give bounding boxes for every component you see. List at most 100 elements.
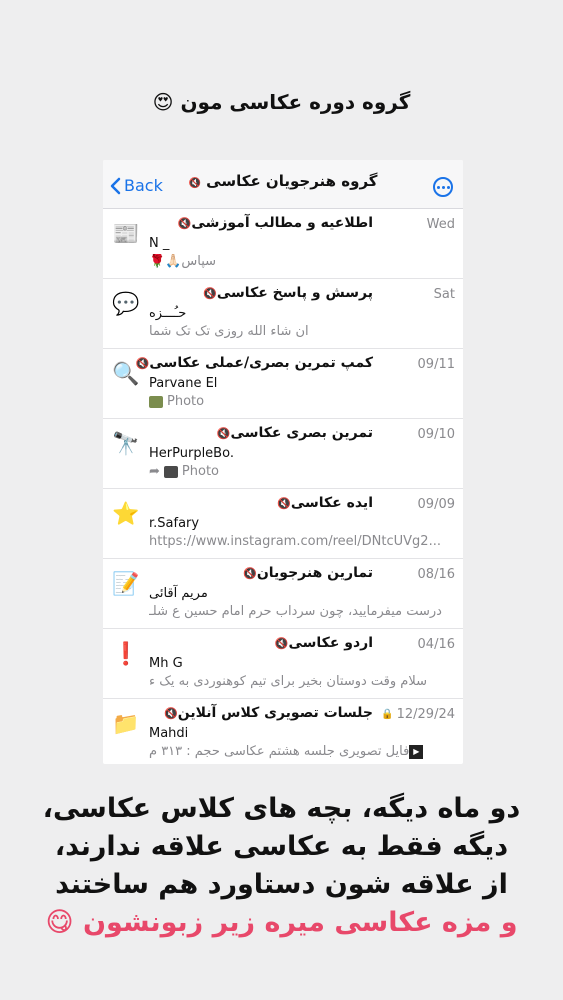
topic-date: 09/11 xyxy=(418,357,455,372)
caption-line-1: دو ماه دیگه، بچه های کلاس عکاسی، xyxy=(42,793,521,824)
mute-icon: 🔇 xyxy=(243,566,257,580)
topic-date-text: Wed xyxy=(426,217,455,232)
topic-date: 🔒 12/29/24 xyxy=(381,707,455,722)
preview-text: Photo xyxy=(181,464,219,479)
back-button[interactable]: Back xyxy=(109,176,163,195)
sender-name: Mh G xyxy=(149,656,183,671)
message-preview: ان شاء الله روزی تک تک شما xyxy=(149,324,455,339)
topic-title: اردو عکاسی 🔇 xyxy=(149,635,373,651)
photo-thumbnail xyxy=(149,395,163,408)
topic-date: 09/10 xyxy=(418,427,455,442)
sender-name: r.Safary xyxy=(149,516,200,531)
topic-row[interactable]: ❗ اردو عکاسی 🔇 04/16 Mh G سلام وقت دوستان بخی… xyxy=(103,629,463,699)
group-title-text: گروه هنرجویان عکاسی xyxy=(206,172,378,190)
more-options-icon[interactable] xyxy=(433,177,453,197)
mute-icon: 🔇 xyxy=(274,636,289,650)
lock-icon: 🔒 xyxy=(381,709,394,720)
topic-title-text: تمرین بصری عکاسی xyxy=(230,425,373,441)
topic-icon: 💬 xyxy=(112,291,140,317)
topic-date: Sat xyxy=(434,287,455,302)
topic-icon: 🔭 xyxy=(112,431,140,457)
preview-text: فایل تصویری جلسه هشتم عکاسی حجم : ۳۱۳ م xyxy=(149,744,410,759)
topic-title: ایده عکاسی 🔇 xyxy=(149,495,373,511)
mute-icon: 🔇 xyxy=(177,216,192,230)
topic-date-text: 04/16 xyxy=(417,637,455,652)
sender-name: حـُـــزه xyxy=(149,306,187,321)
story-top-caption: گروه دوره عکاسی مون 😍 xyxy=(0,90,563,114)
topic-title: تمرین بصری عکاسی 🔇 xyxy=(149,425,373,441)
topic-date-text: 09/11 xyxy=(417,357,455,372)
topic-title: اطلاعیه و مطالب آموزشی 🔇 xyxy=(149,215,373,231)
message-preview: درست میفرمایید، چون سرداب حرم امام حسین … xyxy=(149,604,455,619)
topic-title-text: جلسات تصویری کلاس آنلاین xyxy=(177,705,373,721)
mute-icon: 🔇 xyxy=(164,706,178,720)
topic-date: 09/09 xyxy=(418,497,455,512)
topic-row[interactable]: 📁 جلسات تصویری کلاس آنلاین 🔇 🔒 12/29/24 Mahdi… xyxy=(103,699,463,764)
preview-text: سلام وقت دوستان بخیر برای تیم کوهنوردی ب… xyxy=(149,674,428,689)
screenshot-frame: Back گروه هنرجویان عکاسی 🔇 📰 اطلاعیه و مط… xyxy=(103,160,463,764)
topic-icon: ⭐ xyxy=(112,501,140,527)
heart-eyes-emoji: 😍 xyxy=(152,90,174,114)
mute-icon: 🔇 xyxy=(203,286,217,300)
message-preview: سپاس🙏🏻🌹 xyxy=(149,254,455,269)
preview-text: سپاس🙏🏻🌹 xyxy=(149,254,217,269)
story-bottom-caption: دو ماه دیگه، بچه های کلاس عکاسی، دیگه فق… xyxy=(0,790,563,942)
back-label: Back xyxy=(124,176,163,195)
yum-emoji: 😋 xyxy=(45,907,74,938)
sender-name: Parvane El xyxy=(149,376,218,391)
message-preview: ▶فایل تصویری جلسه هشتم عکاسی حجم : ۳۱۳ م xyxy=(149,744,455,759)
mute-icon: 🔇 xyxy=(277,496,291,510)
topic-title: جلسات تصویری کلاس آنلاین 🔇 xyxy=(149,705,373,721)
top-caption-text: گروه دوره عکاسی مون xyxy=(180,90,411,114)
message-preview: سلام وقت دوستان بخیر برای تیم کوهنوردی ب… xyxy=(149,674,455,689)
topic-date: 04/16 xyxy=(418,637,455,652)
topic-title: پرسش و پاسخ عکاسی 🔇 xyxy=(149,285,373,301)
mute-icon: 🔇 xyxy=(188,178,201,189)
topic-date-text: 09/09 xyxy=(417,497,455,512)
topic-date-text: 09/10 xyxy=(417,427,455,442)
group-title: گروه هنرجویان عکاسی 🔇 xyxy=(163,172,403,190)
topic-row[interactable]: 🔭 تمرین بصری عکاسی 🔇 09/10 HerPurpleBo. ➦ Phot… xyxy=(103,419,463,489)
topic-date-text: Sat xyxy=(433,287,455,302)
sender-name: Mahdi xyxy=(149,726,189,741)
topic-title-text: پرسش و پاسخ عکاسی xyxy=(216,285,373,301)
mute-icon: 🔇 xyxy=(216,426,231,440)
preview-text: درست میفرمایید، چون سرداب حرم امام حسین … xyxy=(149,604,442,619)
photo-thumbnail xyxy=(163,465,178,478)
topic-row[interactable]: 📝 تمارین هنرجویان 🔇 08/16 مریم آقائی درست میف… xyxy=(103,559,463,629)
caption-line-3: از علاقه شون دستاورد هم ساختند xyxy=(55,869,508,900)
topic-title-text: تمارین هنرجویان xyxy=(256,565,373,581)
topic-icon: ❗ xyxy=(112,641,140,667)
preview-text: https://www.instagram.com/reel/DNtcUVg2.… xyxy=(149,534,441,549)
topic-icon: 📝 xyxy=(112,571,140,597)
chevron-left-icon xyxy=(110,177,121,194)
topic-title-text: کمپ تمرین بصری/عملی عکاسی xyxy=(149,355,373,371)
topic-row[interactable]: 📰 اطلاعیه و مطالب آموزشی 🔇 Wed N _ سپاس🙏🏻🌹 xyxy=(103,209,463,279)
sender-name: مریم آقائی xyxy=(149,586,208,601)
topic-date-text: 12/29/24 xyxy=(396,707,455,722)
video-thumbnail-icon: ▶ xyxy=(409,744,424,759)
caption-line-4: و مزه عکاسی میره زیر زبونشون 😋 xyxy=(0,904,563,942)
topic-row[interactable]: 💬 پرسش و پاسخ عکاسی 🔇 Sat حـُـــزه ان شاء الل… xyxy=(103,279,463,349)
topic-icon: 📰 xyxy=(112,221,140,247)
sender-name: N _ xyxy=(149,236,170,251)
topic-icon: 📁 xyxy=(112,711,140,737)
message-preview: ➦ Photo xyxy=(149,464,455,479)
topic-row[interactable]: ⭐ ایده عکاسی 🔇 09/09 r.Safary https://www.ins… xyxy=(103,489,463,559)
topic-title: تمارین هنرجویان 🔇 xyxy=(149,565,373,581)
forward-icon: ➦ xyxy=(149,464,160,479)
topic-date: Wed xyxy=(427,217,455,232)
topic-title: کمپ تمرین بصری/عملی عکاسی 🔇 xyxy=(136,355,373,371)
topic-date-text: 08/16 xyxy=(417,567,455,582)
topics-list: 📰 اطلاعیه و مطالب آموزشی 🔇 Wed N _ سپاس🙏🏻🌹 💬 پر… xyxy=(103,209,463,764)
topic-title-text: ایده عکاسی xyxy=(290,495,373,511)
message-preview: https://www.instagram.com/reel/DNtcUVg2.… xyxy=(149,534,455,549)
mute-icon: 🔇 xyxy=(135,356,150,370)
caption-line-2: دیگه فقط به عکاسی علاقه ندارند، xyxy=(54,831,509,862)
sender-name: HerPurpleBo. xyxy=(149,446,234,461)
navigation-bar: Back گروه هنرجویان عکاسی 🔇 xyxy=(103,160,463,209)
topic-row[interactable]: 🔍 کمپ تمرین بصری/عملی عکاسی 🔇 09/11 Parvane … xyxy=(103,349,463,419)
topic-date: 08/16 xyxy=(418,567,455,582)
caption-line-4-text: و مزه عکاسی میره زیر زبونشون xyxy=(83,907,518,938)
topic-title-text: اطلاعیه و مطالب آموزشی xyxy=(191,215,373,231)
